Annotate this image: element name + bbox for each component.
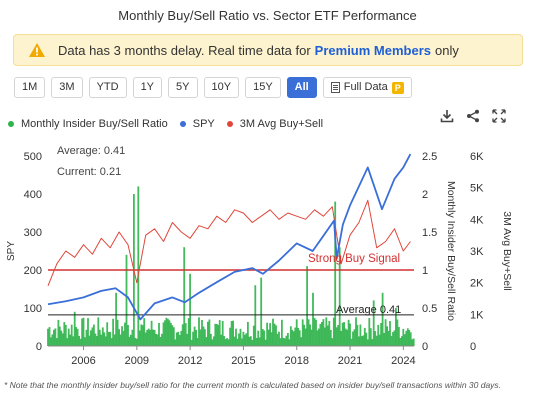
chart-canvas: 0 100 200 300 400 500 SPY 0 0.5 1 1.5 2 2.5 Monthly I…: [6, 145, 513, 367]
legend-item-avg[interactable]: 3M Avg Buy+Sell: [226, 118, 324, 130]
legend-label-ratio: Monthly Insider Buy/Sell Ratio: [21, 118, 168, 130]
legend-dot-ratio: [8, 121, 14, 127]
spy-tick-label: 200: [24, 265, 42, 277]
ratio-tick-label: 0.5: [422, 303, 437, 315]
ratio-tick-label: 2.5: [422, 151, 437, 163]
ratio-tick-label: 2: [422, 189, 428, 201]
full-data-label: Full Data: [343, 81, 388, 93]
range-button-1y[interactable]: 1Y: [132, 77, 163, 98]
avg-tick-label: 3K: [470, 246, 484, 258]
average-annotation: Average: 0.41: [57, 145, 125, 157]
chart-title: Monthly Buy/Sell Ratio vs. Sector ETF Pe…: [118, 8, 417, 23]
x-tick-label: 2015: [231, 355, 255, 367]
range-button-15y[interactable]: 15Y: [245, 77, 281, 98]
x-tick-label: 2021: [338, 355, 362, 367]
range-button-ytd[interactable]: YTD: [88, 77, 127, 98]
ratio-tick-label: 0: [422, 341, 428, 353]
legend-label-spy: SPY: [192, 118, 215, 130]
x-tick-label: 2018: [284, 355, 308, 367]
legend-dot-spy: [179, 121, 186, 127]
x-tick-label: 2006: [71, 355, 95, 367]
full-data-button[interactable]: Full Data P: [322, 77, 412, 98]
strong-buy-label: Strong Buy Signal: [308, 253, 400, 265]
spy-tick-label: 400: [24, 189, 42, 201]
range-selector: 1M 3M YTD 1Y 5Y 10Y 15Y All Full Data P: [14, 77, 412, 98]
avg-tick-label: 2K: [470, 278, 484, 290]
spy-tick-label: 100: [24, 303, 42, 315]
avg-tick-label: 5K: [470, 183, 484, 195]
footnote: * Note that the monthly insider buy/sell…: [4, 380, 502, 390]
avg-tick-label: 1K: [470, 309, 484, 321]
ratio-tick-label: 1.5: [422, 227, 437, 239]
range-button-3m[interactable]: 3M: [51, 77, 83, 98]
avg-axis-title: 3M Avg Buy+Sell: [501, 211, 513, 290]
ratio-bar: [137, 186, 140, 346]
legend-dot-avg: [226, 121, 233, 127]
chart-toolbar: [440, 109, 506, 123]
ratio-tick-label: 1: [422, 265, 428, 277]
avg-buy-sell-line: [47, 199, 411, 286]
spy-line: [47, 153, 412, 321]
x-tick-label: 2012: [178, 355, 202, 367]
spy-tick-label: 500: [24, 151, 42, 163]
delay-banner: Data has 3 months delay. Real time data …: [13, 34, 523, 66]
ratio-axis-title: Monthly Insider Buy/Sell Ratio: [445, 181, 457, 321]
share-icon[interactable]: [466, 109, 480, 123]
range-button-all[interactable]: All: [286, 77, 317, 98]
range-button-5y[interactable]: 5Y: [168, 77, 198, 98]
ratio-bar: [189, 273, 191, 346]
download-icon[interactable]: [440, 109, 454, 123]
spy-axis-title: SPY: [6, 241, 17, 261]
ratio-bar: [254, 285, 257, 346]
avg-tick-label: 4K: [470, 214, 484, 226]
legend-item-ratio[interactable]: Monthly Insider Buy/Sell Ratio: [8, 118, 168, 130]
x-tick-label: 2024: [391, 355, 415, 367]
avg-tick-label: 0: [470, 341, 476, 353]
legend-item-spy[interactable]: SPY: [179, 118, 215, 130]
premium-members-link[interactable]: Premium Members: [315, 43, 431, 58]
banner-text-after: only: [435, 42, 459, 58]
banner-text: Data has 3 months delay. Real time data …: [58, 42, 311, 58]
avg-tick-label: 6K: [470, 151, 484, 163]
ratio-bar: [412, 338, 415, 346]
premium-badge: P: [391, 81, 404, 94]
legend-label-avg: 3M Avg Buy+Sell: [239, 118, 324, 130]
spy-tick-label: 300: [24, 227, 42, 239]
fullscreen-icon[interactable]: [492, 109, 506, 123]
range-button-10y[interactable]: 10Y: [203, 77, 240, 98]
average-line-label: Average 0.41: [336, 304, 401, 316]
document-icon: [330, 82, 340, 93]
spy-tick-label: 0: [36, 341, 42, 353]
current-annotation: Current: 0.21: [57, 166, 121, 178]
range-button-1m[interactable]: 1M: [14, 77, 46, 98]
x-tick-label: 2009: [125, 355, 149, 367]
warning-icon: [29, 43, 45, 57]
chart-legend: Monthly Insider Buy/Sell Ratio SPY 3M Av…: [8, 118, 335, 130]
